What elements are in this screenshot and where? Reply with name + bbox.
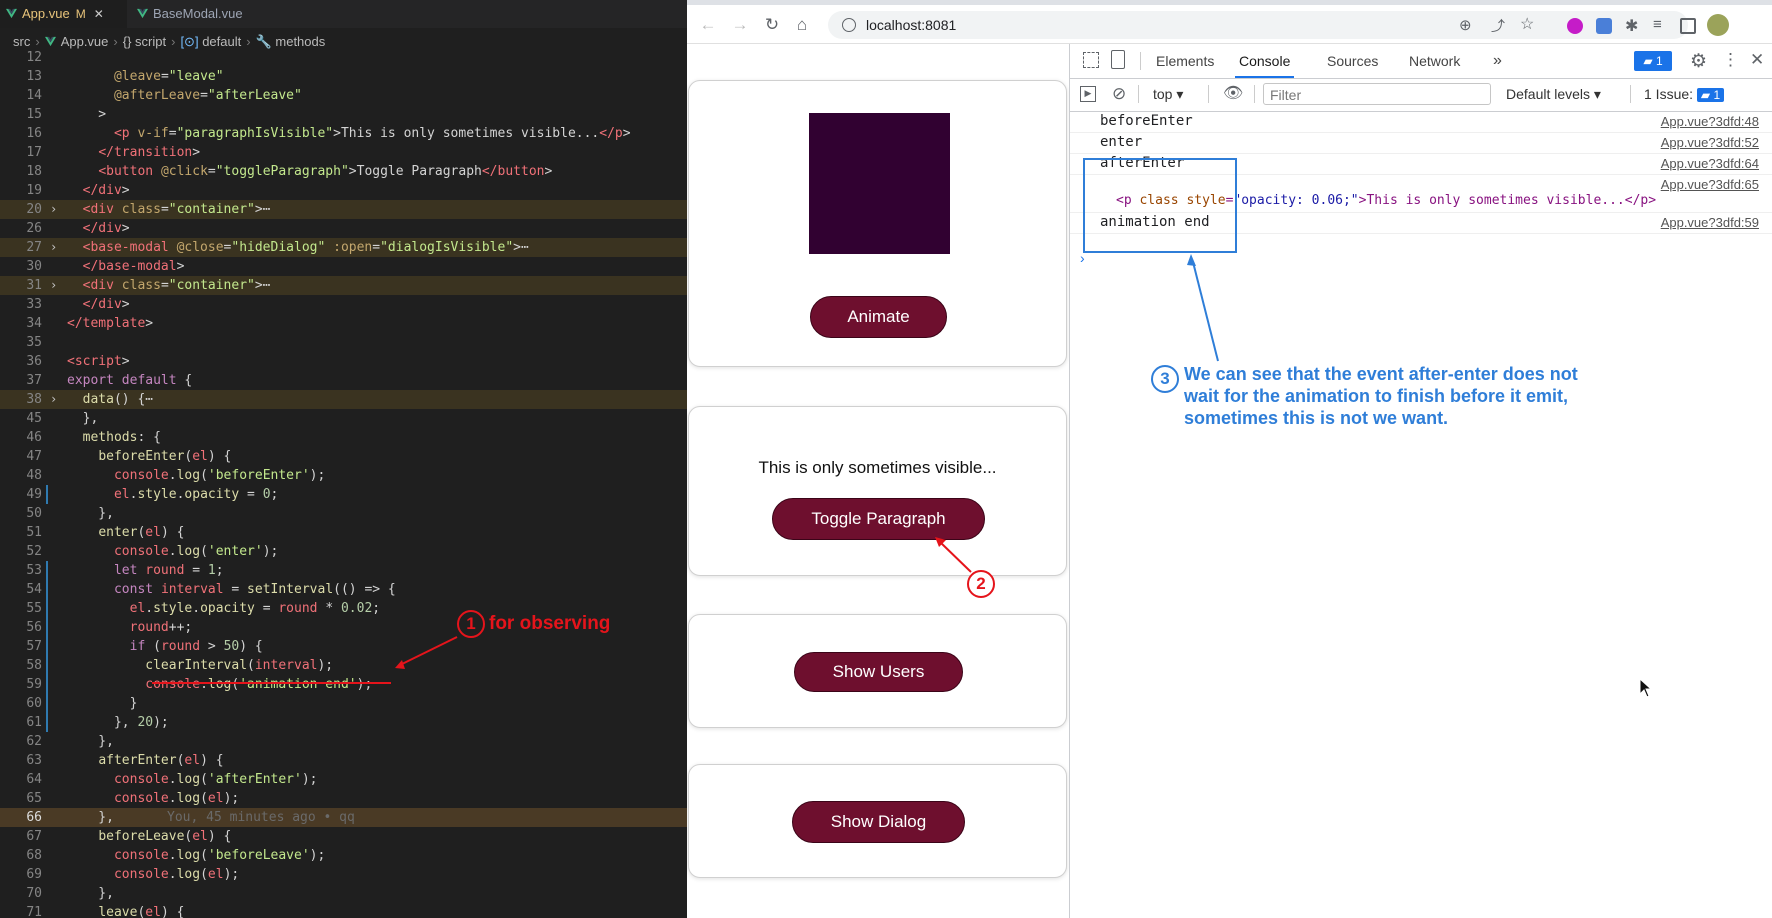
annotation-arrow (152, 636, 458, 684)
annotation-number: 1 (457, 610, 485, 638)
annotation-frame (1083, 158, 1237, 362)
annotation-3: 3 We can see that the event after-enter … (1151, 363, 1578, 429)
annotation-number: 2 (967, 570, 995, 598)
avatar[interactable] (1707, 14, 1729, 36)
zoom-icon[interactable]: ⊕ (1459, 16, 1472, 34)
annotation-number: 3 (1151, 365, 1179, 393)
reload-icon[interactable]: ↻ (761, 14, 783, 36)
annotation-line: We can see that the event after-enter do… (1184, 364, 1578, 384)
puzzle-icon[interactable]: ✱ (1625, 16, 1641, 35)
annotation-2: 2 (967, 570, 995, 598)
page-content: Animate This is only sometimes visible..… (687, 44, 1070, 918)
annotation-text: for observing (489, 613, 611, 634)
home-icon[interactable]: ⌂ (791, 14, 813, 36)
annotation-arrow (935, 537, 972, 573)
url-text: localhost:8081 (866, 17, 957, 33)
sidepanel-icon[interactable] (1680, 18, 1696, 34)
star-icon[interactable]: ☆ (1520, 14, 1534, 34)
browser-toolbar: ← → ↻ ⌂ localhost:8081 ⊕ ⤴ ☆ ✱ ≡ (687, 5, 1772, 44)
annotation-1: 1 for observing (457, 610, 610, 638)
annotation-line: sometimes this is not we want. (1184, 408, 1449, 428)
code-editor: App.vue M ✕ BaseModal.vue src › App.vue ›{} s… (0, 0, 687, 918)
address-bar[interactable]: localhost:8081 ⊕ ⤴ ☆ (828, 11, 1688, 39)
share-icon[interactable]: ⤴ (1491, 16, 1505, 36)
back-icon[interactable]: ← (697, 14, 719, 36)
extension-icon[interactable] (1567, 18, 1583, 34)
translate-icon[interactable] (1596, 18, 1612, 34)
media-icon[interactable]: ≡ (1653, 16, 1669, 33)
mouse-cursor-icon (1639, 678, 1653, 698)
annotation-line: wait for the animation to finish before … (1184, 386, 1569, 406)
forward-icon[interactable]: → (729, 14, 751, 36)
browser-window: ← → ↻ ⌂ localhost:8081 ⊕ ⤴ ☆ ✱ ≡ Animate… (687, 0, 1772, 918)
devtools-panel: Elements Console Sources Network » ▰ 1 ⚙… (1069, 44, 1772, 918)
info-icon[interactable] (842, 18, 856, 32)
